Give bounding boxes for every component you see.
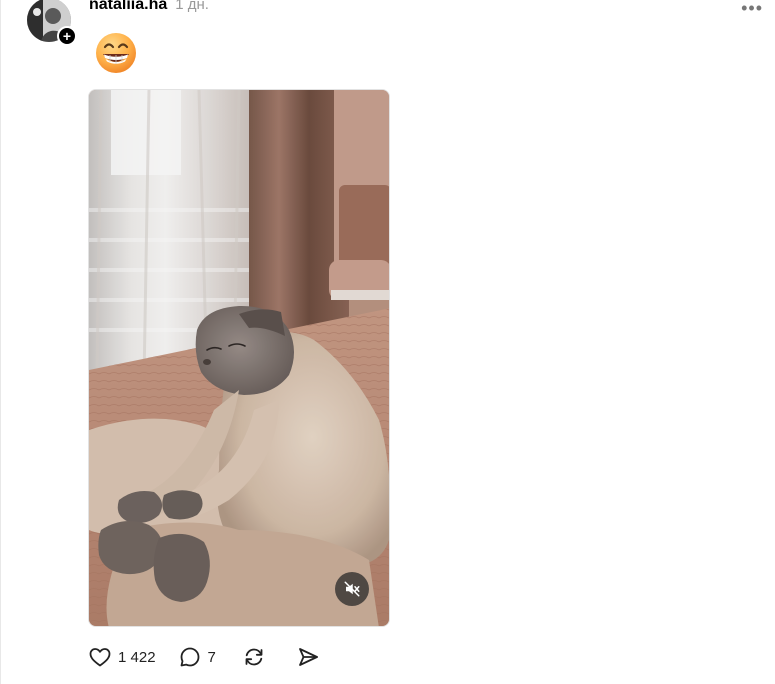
follow-button[interactable]: +: [57, 26, 77, 46]
grinning-emoji: [96, 33, 136, 73]
post-card: + nataliia.ha 1 дн. ••• 1 422 7: [0, 0, 775, 684]
share-button[interactable]: [296, 645, 320, 669]
like-button[interactable]: 1 422: [88, 645, 156, 669]
send-icon: [298, 648, 318, 666]
post-video[interactable]: [88, 89, 390, 627]
more-horizontal-icon: •••: [741, 0, 763, 18]
plus-icon: +: [62, 28, 72, 44]
username-link[interactable]: nataliia.ha: [89, 0, 167, 14]
post-header: nataliia.ha 1 дн.: [89, 0, 209, 18]
post-timestamp[interactable]: 1 дн.: [175, 0, 209, 13]
video-frame: [89, 90, 389, 626]
more-options-button[interactable]: •••: [741, 0, 763, 19]
mute-toggle-button[interactable]: [335, 572, 369, 606]
heart-icon: [89, 648, 111, 667]
comment-button[interactable]: 7: [178, 645, 216, 669]
like-count: 1 422: [118, 648, 156, 666]
comment-count: 7: [207, 648, 216, 666]
speaker-muted-icon: [344, 581, 360, 597]
repost-button[interactable]: [242, 645, 266, 669]
post-caption: [93, 30, 139, 76]
comment-bubble-icon: [180, 647, 199, 667]
avatar-container[interactable]: +: [27, 0, 77, 46]
repost-icon: [245, 648, 263, 666]
post-actions: 1 422 7: [88, 644, 342, 670]
